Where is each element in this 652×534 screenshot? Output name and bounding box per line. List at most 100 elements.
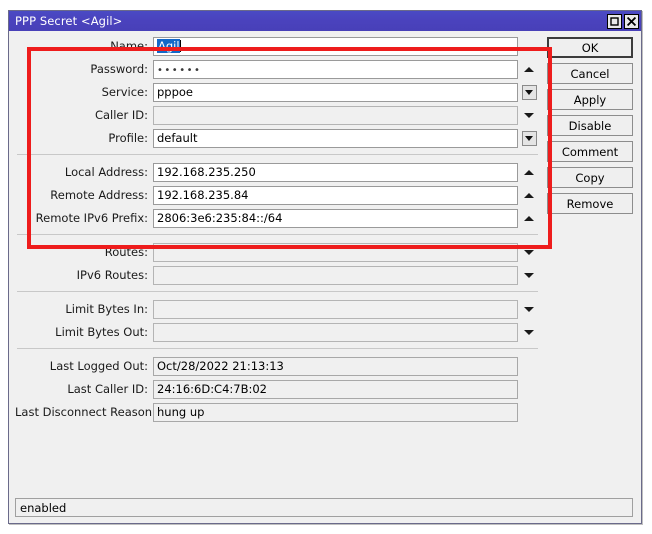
expand-up-icon[interactable] (518, 60, 540, 79)
field-label: IPv6 Routes: (76, 268, 148, 282)
field-input[interactable]: •••••• (153, 60, 518, 79)
maximize-icon[interactable] (607, 13, 622, 29)
triangle-down-icon (524, 250, 534, 255)
field-wrapper: default (153, 129, 540, 148)
window-title: PPP Secret <Agil> (15, 14, 123, 28)
field-value: 24:16:6D:C4:7B:02 (157, 382, 267, 396)
field-input[interactable] (153, 106, 518, 125)
ppp-secret-window: PPP Secret <Agil> Name: Agil Password: ••••… (8, 10, 642, 524)
dialog-button-column: OK Cancel Apply Disable Comment Copy Remove (547, 37, 633, 219)
field-value: default (157, 131, 198, 145)
form-row: Limit Bytes Out: (15, 323, 540, 342)
apply-button[interactable]: Apply (547, 89, 633, 110)
field-label: Limit Bytes In: (65, 302, 148, 316)
field-value: pppoe (157, 85, 194, 99)
triangle-down-icon (524, 307, 534, 312)
group-separator (17, 234, 538, 235)
field-input[interactable]: 192.168.235.250 (153, 163, 518, 182)
dropdown-button[interactable] (518, 83, 540, 102)
ppp-secret-form: Name: Agil Password: •••••• Service: pppoe Cal… (15, 37, 540, 426)
field-wrapper: 24:16:6D:C4:7B:02 (153, 380, 540, 399)
chevron-down-icon[interactable] (521, 131, 537, 146)
group-separator (17, 348, 538, 349)
field-wrapper (153, 106, 540, 125)
field-input[interactable] (153, 243, 518, 262)
button-label: OK (581, 40, 599, 55)
button-label: Disable (568, 118, 612, 133)
cancel-button[interactable]: Cancel (547, 63, 633, 84)
close-icon[interactable] (624, 13, 639, 29)
triangle-up-icon (524, 193, 534, 198)
field-wrapper: Agil (153, 37, 540, 56)
dialog-client-area: Name: Agil Password: •••••• Service: pppoe Cal… (9, 31, 641, 523)
field-label: Remote IPv6 Prefix: (35, 211, 148, 225)
field-label: Profile: (108, 131, 148, 145)
field-input[interactable]: default (153, 129, 518, 148)
field-label: Local Address: (64, 165, 148, 179)
expand-down-icon[interactable] (518, 323, 540, 342)
triangle-up-icon (524, 170, 534, 175)
field-input[interactable] (153, 300, 518, 319)
comment-button[interactable]: Comment (547, 141, 633, 162)
field-wrapper: Oct/28/2022 21:13:13 (153, 357, 540, 376)
field-wrapper (153, 323, 540, 342)
expand-up-icon[interactable] (518, 209, 540, 228)
dropdown-button[interactable] (518, 129, 540, 148)
field-input[interactable]: 2806:3e6:235:84::/64 (153, 209, 518, 228)
remove-button[interactable]: Remove (547, 193, 633, 214)
expand-up-icon[interactable] (518, 163, 540, 182)
expand-down-icon[interactable] (518, 243, 540, 262)
field-label: Routes: (104, 245, 148, 259)
field-wrapper: 2806:3e6:235:84::/64 (153, 209, 540, 228)
form-row: Routes: (15, 243, 540, 262)
ok-button[interactable]: OK (547, 37, 633, 58)
arrow-slot-empty (518, 380, 540, 399)
field-value: 2806:3e6:235:84::/64 (157, 211, 283, 225)
field-input: hung up (153, 403, 518, 422)
expand-down-icon[interactable] (518, 106, 540, 125)
triangle-up-icon (524, 67, 534, 72)
field-input[interactable] (153, 266, 518, 285)
form-row: IPv6 Routes: (15, 266, 540, 285)
field-wrapper: 192.168.235.84 (153, 186, 540, 205)
form-row: Remote Address: 192.168.235.84 (15, 186, 540, 205)
form-row: Service: pppoe (15, 83, 540, 102)
expand-up-icon[interactable] (518, 186, 540, 205)
field-input: 24:16:6D:C4:7B:02 (153, 380, 518, 399)
form-row: Local Address: 192.168.235.250 (15, 163, 540, 182)
field-label: Last Disconnect Reason: (15, 405, 156, 419)
field-input[interactable]: Agil (153, 37, 518, 56)
field-value: hung up (157, 405, 205, 419)
form-row: Password: •••••• (15, 60, 540, 79)
masked-password-text: •••••• (157, 65, 202, 76)
form-row: Last Logged Out: Oct/28/2022 21:13:13 (15, 357, 540, 376)
triangle-down-icon (525, 136, 533, 141)
field-wrapper: pppoe (153, 83, 540, 102)
field-input[interactable]: 192.168.235.84 (153, 186, 518, 205)
form-row: Remote IPv6 Prefix: 2806:3e6:235:84::/64 (15, 209, 540, 228)
button-label: Comment (561, 144, 619, 159)
form-row: Caller ID: (15, 106, 540, 125)
expand-down-icon[interactable] (518, 300, 540, 319)
field-label: Password: (90, 62, 148, 76)
disable-button[interactable]: Disable (547, 115, 633, 136)
expand-down-icon[interactable] (518, 266, 540, 285)
field-wrapper (153, 243, 540, 262)
text-caret (179, 40, 181, 52)
field-label: Name: (110, 39, 148, 53)
button-label: Remove (566, 196, 614, 211)
chevron-down-icon[interactable] (521, 85, 537, 100)
copy-button[interactable]: Copy (547, 167, 633, 188)
field-input[interactable] (153, 323, 518, 342)
form-row: Profile: default (15, 129, 540, 148)
field-input[interactable]: pppoe (153, 83, 518, 102)
button-label: Apply (573, 92, 607, 107)
field-wrapper (153, 266, 540, 285)
field-wrapper: •••••• (153, 60, 540, 79)
triangle-down-icon (524, 330, 534, 335)
field-wrapper: 192.168.235.250 (153, 163, 540, 182)
field-value: Oct/28/2022 21:13:13 (157, 359, 284, 373)
form-row: Name: Agil (15, 37, 540, 56)
window-titlebar[interactable]: PPP Secret <Agil> (9, 11, 641, 31)
field-value: 192.168.235.250 (157, 165, 256, 179)
